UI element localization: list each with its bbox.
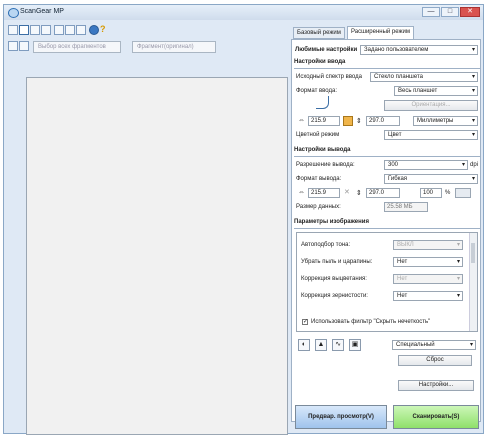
dust-removal-dropdown[interactable]: Нет ▾ xyxy=(393,257,463,267)
unit-dropdown[interactable]: Миллиметры ▾ xyxy=(413,116,478,126)
brightness-contrast-icon[interactable]: ◐ xyxy=(298,339,310,351)
auto-tone-label: Автоподбор тона: xyxy=(301,242,351,248)
select-source-label: Исходный спектр ввода xyxy=(296,74,362,80)
grain-correction-label: Коррекция зернистости: xyxy=(301,293,368,299)
auto-tone-dropdown[interactable]: ВЫКЛ ▾ xyxy=(393,240,463,250)
scan-mode-icon[interactable] xyxy=(8,25,18,35)
scrollbar-thumb[interactable] xyxy=(471,243,475,263)
tab-basic-mode[interactable]: Базовый режим xyxy=(293,27,345,39)
unsharp-mask-label: Использовать фильтр "Скрыть нечеткость" xyxy=(311,319,431,325)
help-icon[interactable]: ? xyxy=(100,25,110,35)
preview-area[interactable] xyxy=(26,77,288,435)
scale-unit: % xyxy=(445,190,451,196)
advanced-mode-panel: Любимые настройки Задано пользователем ▾ … xyxy=(291,39,481,422)
reset-button[interactable]: Сброс xyxy=(398,355,472,366)
paper-size-label: Формат ввода: xyxy=(296,88,337,94)
aspect-unlock-icon[interactable]: ✕ xyxy=(344,188,350,196)
maximize-button[interactable]: □ xyxy=(441,7,459,17)
select-all-frames-button[interactable]: Выбор всех фрагментов xyxy=(33,41,121,53)
preview-button[interactable]: Предвар. просмотр(V) xyxy=(295,405,387,429)
crop-frame-button[interactable]: Фрагмент(оригинал) xyxy=(132,41,216,53)
favorites-label: Любимые настройки xyxy=(295,47,358,53)
width-icon: ⇔ xyxy=(298,117,305,124)
input-settings-header: Настройки ввода xyxy=(294,59,480,69)
color-mode-dropdown[interactable]: Цвет ▾ xyxy=(384,130,478,140)
multi-crop-icon[interactable] xyxy=(8,41,18,51)
output-size-dropdown[interactable]: Гибкая ▾ xyxy=(384,174,478,184)
grain-correction-dropdown[interactable]: Нет ▾ xyxy=(393,291,463,301)
title-bar: ScanGear MP — □ ✕ xyxy=(4,5,483,20)
resolution-unit: dpi xyxy=(470,162,479,168)
preferences-button[interactable]: Настройки... xyxy=(398,380,474,391)
data-size-field: 25.58 МБ xyxy=(384,202,428,212)
rotate-right-icon[interactable] xyxy=(65,25,75,35)
output-height-field[interactable]: 297.0 xyxy=(366,188,400,198)
settings-pane: Базовый режим Расширенный режим Любимые … xyxy=(291,25,483,432)
image-settings-scrollbar[interactable] xyxy=(469,233,477,331)
output-resolution-dropdown[interactable]: 300 ▾ xyxy=(384,160,468,170)
fading-correction-label: Коррекция выцветания: xyxy=(301,276,367,282)
output-resolution-label: Разрешение вывода: xyxy=(296,162,355,168)
window-title: ScanGear MP xyxy=(20,8,64,15)
single-frame-icon[interactable] xyxy=(19,25,29,35)
output-size-label: Формат вывода: xyxy=(296,176,342,182)
height-icon: ⇕ xyxy=(356,118,362,125)
output-settings-header: Настройки вывода xyxy=(294,147,480,157)
main-toolbar: ? xyxy=(4,23,289,37)
zoom-icon[interactable] xyxy=(41,25,51,35)
select-source-dropdown[interactable]: Стекло планшета ▾ xyxy=(370,72,478,82)
color-mode-label: Цветной режим xyxy=(296,132,340,138)
image-settings-header: Параметры изображения xyxy=(294,219,480,229)
histogram-icon[interactable]: ▲ xyxy=(315,339,327,351)
input-height-field[interactable]: 297.0 xyxy=(366,116,400,126)
threshold-icon[interactable]: ▣ xyxy=(349,339,361,351)
minimize-button[interactable]: — xyxy=(422,7,440,17)
tab-advanced-mode[interactable]: Расширенный режим xyxy=(347,26,415,40)
unsharp-mask-checkbox[interactable]: ✓ xyxy=(302,319,308,325)
output-width-icon: ⇔ xyxy=(298,189,305,196)
channel-dropdown[interactable]: Специальный ▾ xyxy=(392,340,476,350)
crop-icon[interactable] xyxy=(30,25,40,35)
frame-toolbar: Выбор всех фрагментов Фрагмент(оригинал) xyxy=(4,41,289,55)
output-width-field[interactable]: 215.9 xyxy=(308,188,340,198)
favorites-dropdown[interactable]: Задано пользователем ▾ xyxy=(360,45,478,55)
image-settings-group: Автоподбор тона: ВЫКЛ ▾ Убрать пыль и цар… xyxy=(296,232,478,332)
auto-crop-icon[interactable] xyxy=(76,25,86,35)
output-height-icon: ⇕ xyxy=(356,190,362,197)
scan-button[interactable]: Сканировать(S) xyxy=(393,405,479,429)
app-icon xyxy=(8,8,19,18)
paper-size-dropdown[interactable]: Весь планшет ▾ xyxy=(394,86,478,96)
info-icon[interactable] xyxy=(89,25,99,35)
application-window: ScanGear MP — □ ✕ ? Выбор всех фрагменто… xyxy=(3,4,484,435)
orientation-button[interactable]: Ориентация... xyxy=(384,100,478,111)
close-button[interactable]: ✕ xyxy=(460,7,480,17)
output-scale-field[interactable]: 100 xyxy=(420,188,442,198)
dust-removal-label: Убрать пыль и царапины: xyxy=(301,259,373,265)
fading-correction-dropdown[interactable]: Нет ▾ xyxy=(393,274,463,284)
remove-crop-icon[interactable] xyxy=(19,41,29,51)
input-width-field[interactable]: 215.9 xyxy=(308,116,340,126)
aspect-lock-icon[interactable] xyxy=(343,116,353,126)
orientation-icon xyxy=(316,96,329,109)
data-size-label: Размер данных: xyxy=(296,204,341,210)
rotate-left-icon[interactable] xyxy=(54,25,64,35)
tone-curve-icon[interactable]: ∿ xyxy=(332,339,344,351)
scale-spinner-icon[interactable] xyxy=(455,188,471,198)
